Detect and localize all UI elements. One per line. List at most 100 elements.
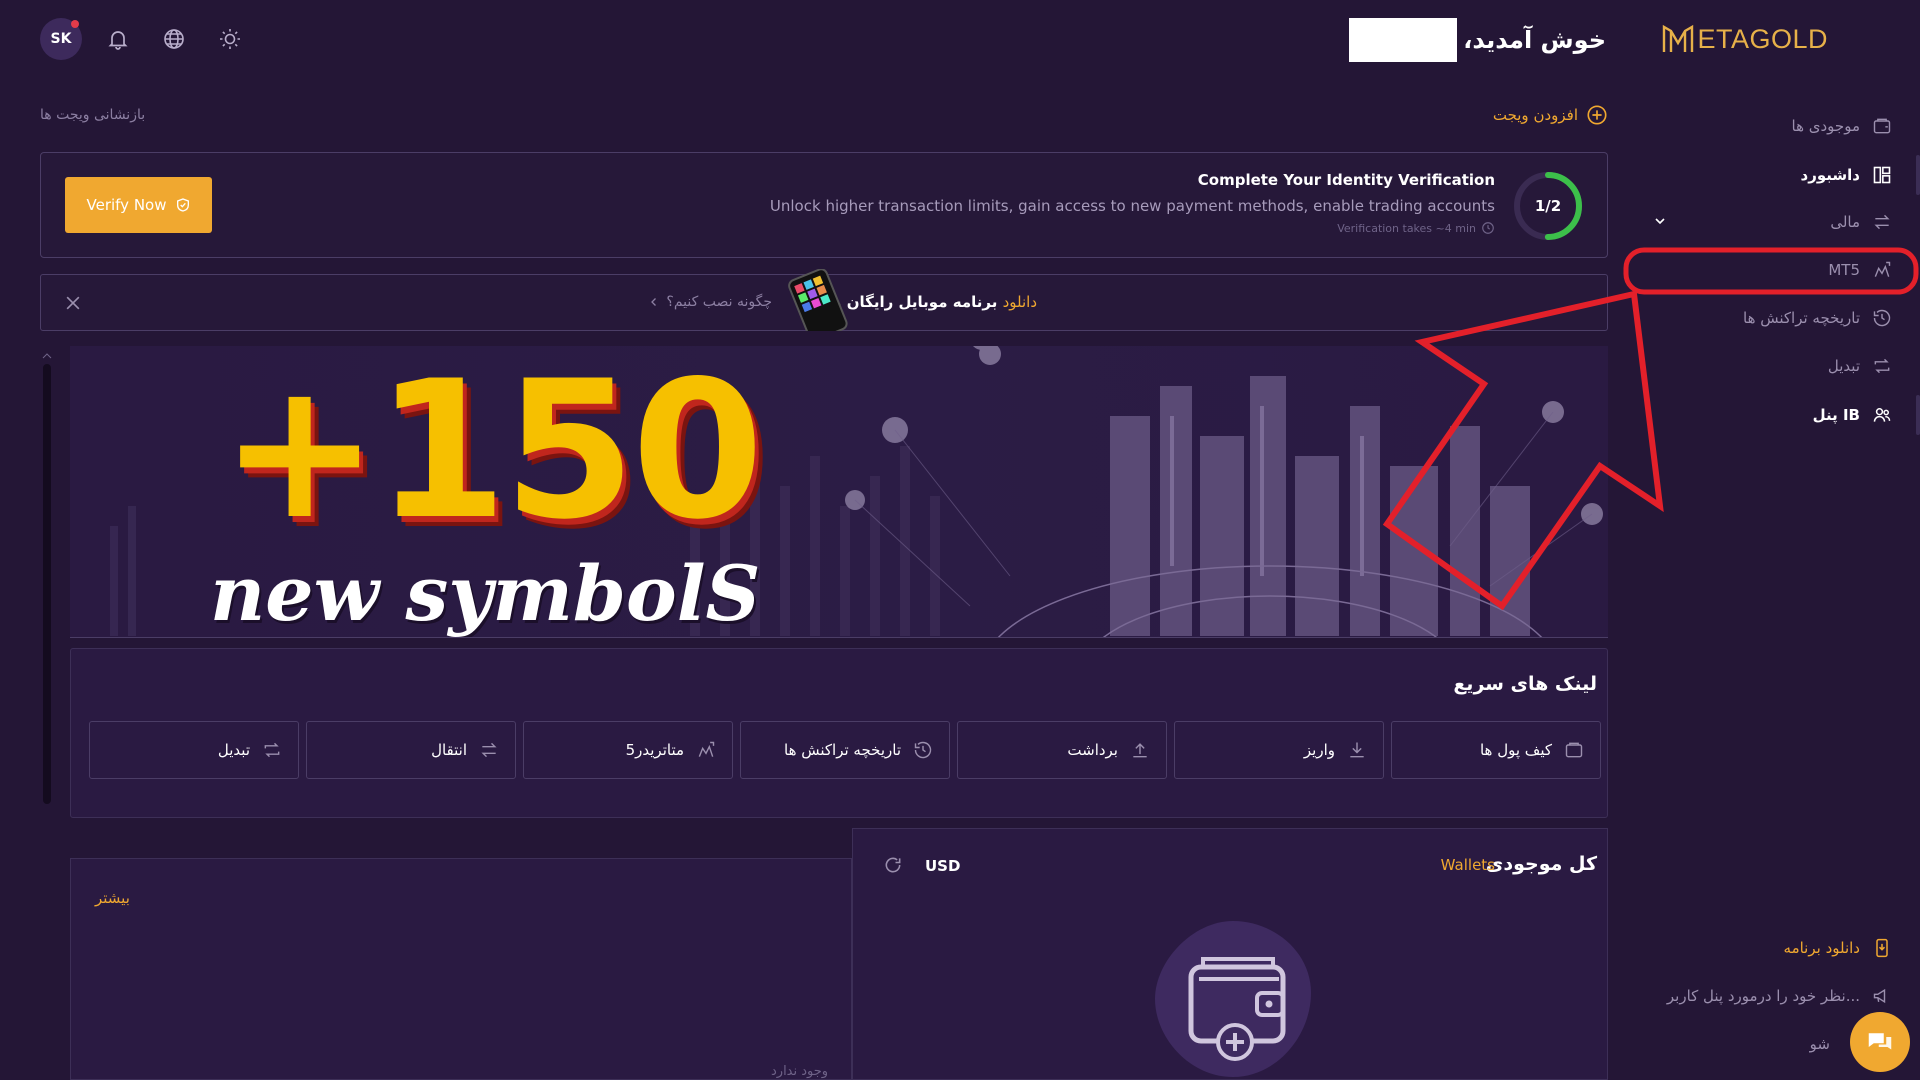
transfer-icon — [1874, 214, 1890, 230]
download-app-icon — [1876, 938, 1888, 958]
avatar-initials: SK — [50, 31, 72, 47]
sidebar-item-label: دانلود برنامه — [1783, 939, 1860, 957]
logo-text: ETAGOLD — [1697, 23, 1828, 54]
sidebar-item-finance[interactable]: مالی — [1642, 204, 1892, 240]
logo[interactable]: ETAGOLD — [1661, 22, 1828, 56]
reset-widgets-link[interactable]: بازنشانی ویجت ها — [40, 107, 145, 123]
hero-headline: +150 — [220, 346, 764, 561]
news-panel: بیشتر وجود ندارد — [70, 858, 852, 1080]
close-icon[interactable] — [63, 293, 83, 313]
quick-links-panel: لینک های سریع کیف پول ها واریز برداشت تا… — [70, 648, 1608, 818]
avatar[interactable]: SK — [40, 18, 82, 60]
refresh-icon[interactable] — [883, 855, 903, 875]
how-to-install-label: چگونه نصب کنیم؟ — [666, 294, 772, 310]
dashboard-icon — [1873, 166, 1891, 184]
quick-links-title: لینک های سریع — [1453, 673, 1597, 695]
deposit-icon — [1350, 742, 1364, 758]
logo-mark-icon — [1663, 24, 1694, 52]
history-icon — [1873, 309, 1891, 327]
sidebar-download-app[interactable]: دانلود برنامه — [1642, 930, 1892, 966]
header-actions: SK — [40, 18, 250, 60]
sidebar-item-label: تبدیل — [1827, 357, 1860, 375]
app-download-text[interactable]: دانلود برنامه موبایل رایگان ما — [827, 293, 1037, 311]
sidebar-item-convert[interactable]: تبدیل — [1642, 348, 1892, 384]
redacted-username — [1349, 18, 1458, 62]
sidebar-item-dashboard[interactable]: داشبورد — [1642, 157, 1892, 193]
bell-icon[interactable] — [98, 19, 138, 59]
chat-icon — [1868, 1033, 1892, 1050]
verification-description: Unlock higher transaction limits, gain a… — [769, 197, 1495, 215]
total-balance-title: کل موجودی — [1485, 853, 1597, 875]
users-icon — [1873, 408, 1891, 422]
quick-link-withdraw[interactable]: برداشت — [957, 721, 1167, 779]
megaphone-icon — [1873, 988, 1886, 1004]
verify-now-label: Verify Now — [86, 196, 167, 214]
quick-link-label: کیف پول ها — [1479, 741, 1552, 759]
app-download-label: برنامه موبایل رایگان ما — [826, 293, 998, 311]
quick-link-label: متاتریدر5 — [625, 741, 684, 759]
empty-wallet-icon — [1155, 921, 1311, 1077]
quick-link-transfer[interactable]: انتقال — [306, 721, 516, 779]
sidebar-item-label: نظر خود را درمورد پنل کاربر... — [1666, 987, 1860, 1005]
sidebar-feedback[interactable]: نظر خود را درمورد پنل کاربر... — [1642, 978, 1892, 1014]
quick-link-transaction-history[interactable]: تاریخچه تراکنش ها — [740, 721, 950, 779]
globe-icon[interactable] — [154, 19, 194, 59]
verification-time-text: Verification takes ~4 min — [1337, 221, 1476, 235]
clock-icon — [1482, 222, 1494, 234]
quick-link-label: تبدیل — [217, 741, 250, 759]
sidebar-item-transaction-history[interactable]: تاریخچه تراکنش ها — [1642, 300, 1892, 336]
quick-link-metatrader5[interactable]: متاتریدر5 — [523, 721, 733, 779]
wallet-icon — [1873, 118, 1891, 134]
plus-circle-icon — [1587, 105, 1607, 125]
phone-icon — [780, 269, 852, 331]
mt5-icon — [1874, 261, 1891, 277]
chevron-down-icon[interactable] — [1652, 213, 1668, 229]
sidebar-active-indicator — [1916, 155, 1920, 195]
app-download-banner: دانلود برنامه موبایل رایگان ما چگونه نصب… — [40, 269, 1608, 331]
chat-button[interactable] — [1850, 1012, 1910, 1072]
quick-link-wallets[interactable]: کیف پول ها — [1391, 721, 1601, 779]
verification-title: Complete Your Identity Verification — [1197, 171, 1495, 189]
welcome-message: خوش آمدید، — [1349, 18, 1606, 62]
withdraw-icon — [1133, 743, 1147, 758]
sidebar-item-label: مالی — [1830, 213, 1860, 231]
sidebar-item-mt5[interactable]: MT5 — [1642, 252, 1892, 288]
quick-link-label: تاریخچه تراکنش ها — [784, 741, 901, 759]
quick-link-label: برداشت — [1067, 741, 1118, 759]
empty-note: وجود ندارد — [771, 1064, 829, 1079]
hero-subline: new symbolS — [210, 549, 761, 638]
sidebar-footer-link[interactable]: شو — [1580, 1026, 1830, 1062]
scroll-up-icon[interactable] — [40, 352, 54, 360]
sidebar-item-label: شو — [1809, 1035, 1830, 1053]
promo-banner[interactable]: +150 new symbolS — [70, 346, 1608, 638]
more-link[interactable]: بیشتر — [95, 889, 130, 907]
scrollbar[interactable] — [40, 352, 54, 808]
convert-icon — [1874, 358, 1890, 374]
progress-text: 1/2 — [1534, 197, 1562, 215]
wallets-link[interactable]: Wallets — [1441, 856, 1495, 874]
sidebar-item-balances[interactable]: موجودی ها — [1642, 108, 1892, 144]
quick-link-label: واریز — [1303, 741, 1335, 759]
total-balance-panel: کل موجودی Wallets USD — [852, 828, 1608, 1080]
chevron-left-icon — [651, 298, 657, 306]
how-to-install-link[interactable]: چگونه نصب کنیم؟ — [648, 294, 772, 310]
verify-now-button[interactable]: Verify Now — [65, 177, 212, 233]
currency-selector[interactable]: USD — [925, 857, 960, 875]
sidebar-item-label: داشبورد — [1800, 166, 1860, 184]
sidebar-item-label: MT5 — [1828, 261, 1860, 279]
identity-verification-card: Verify Now Complete Your Identity Verifi… — [40, 152, 1608, 258]
sun-icon[interactable] — [210, 19, 250, 59]
sidebar: موجودی ها داشبورد مالی MT5 تاریخچه تراکن… — [1620, 110, 1920, 1080]
quick-link-deposit[interactable]: واریز — [1174, 721, 1384, 779]
sidebar-item-label: موجودی ها — [1791, 117, 1860, 135]
transfer-icon — [481, 742, 497, 758]
sidebar-item-label: تاریخچه تراکنش ها — [1743, 309, 1860, 327]
add-widget-button[interactable]: افزودن ویجت — [1493, 104, 1608, 126]
sidebar-item-ib-panel[interactable]: پنل IB — [1642, 397, 1892, 433]
history-icon — [914, 741, 932, 759]
mt5-icon — [698, 741, 715, 757]
convert-icon — [264, 742, 280, 758]
quick-link-convert[interactable]: تبدیل — [89, 721, 299, 779]
verification-time: Verification takes ~4 min — [1337, 221, 1495, 235]
scroll-thumb[interactable] — [43, 364, 51, 804]
